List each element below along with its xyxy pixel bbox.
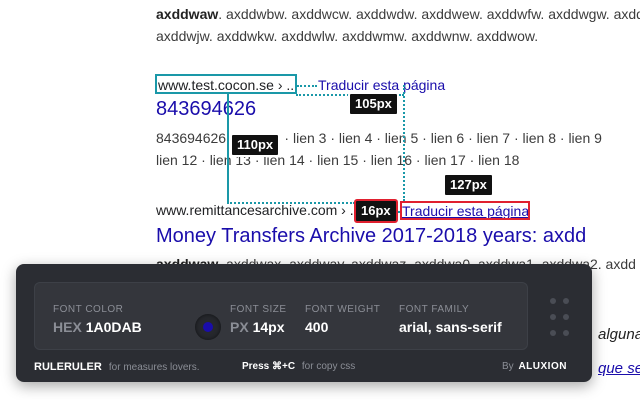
- font-family-value[interactable]: arial, sans-serif: [399, 319, 502, 335]
- measure-badge: 105px: [348, 92, 399, 116]
- right-snippet-text: alguna: [598, 326, 640, 343]
- grip-dot: [550, 330, 556, 336]
- copy-hint-text: for copy css: [301, 361, 356, 372]
- brand-name: RULERULER: [34, 361, 102, 373]
- credit: By ALUXION: [502, 361, 567, 372]
- css-properties-card[interactable]: FONT COLOR HEX 1A0DAB FONT SIZE PX 14px …: [34, 282, 528, 350]
- snippet-text: . axddwbw. axddwcw. axddwdw. axddwew. ax…: [218, 6, 640, 22]
- font-family-label: FONT FAMILY: [399, 304, 470, 315]
- snippet-line: axddwjw. axddwkw. axddwlw. axddwmw. axdd…: [156, 28, 539, 44]
- font-size-number: 14px: [252, 319, 285, 335]
- right-snippet-link[interactable]: que se: [598, 360, 640, 377]
- font-weight-label: FONT WEIGHT: [305, 304, 381, 315]
- distance-line: [227, 94, 229, 203]
- distance-line: [227, 202, 355, 204]
- result-title[interactable]: Money Transfers Archive 2017-2018 years:…: [156, 225, 586, 248]
- copy-hint: Press ⌘+C for copy css: [242, 361, 355, 372]
- brand-logo: RULERULER for measures lovers.: [34, 361, 200, 373]
- font-size-label: FONT SIZE: [230, 304, 287, 315]
- snippet-line: axddwaw. axddwbw. axddwcw. axddwdw. axdd…: [156, 6, 640, 22]
- translate-link[interactable]: Traducir esta página: [318, 77, 445, 93]
- grip-dot: [563, 314, 569, 320]
- grip-dot: [550, 298, 556, 304]
- grip-dot: [563, 330, 569, 336]
- copy-shortcut: Press ⌘+C: [242, 361, 296, 372]
- measure-badge: 16px: [354, 199, 398, 223]
- hex-value: 1A0DAB: [85, 319, 142, 335]
- company-name[interactable]: ALUXION: [518, 361, 567, 372]
- hex-prefix: HEX: [53, 319, 82, 335]
- hovered-element-outline: [155, 74, 297, 94]
- color-swatch: [195, 314, 221, 340]
- color-swatch-dot: [203, 322, 213, 332]
- result-cite[interactable]: www.remittancesarchive.com › ...: [156, 202, 361, 218]
- distance-line: [297, 85, 317, 87]
- measure-badge: 110px: [230, 133, 281, 157]
- grip-dot: [550, 314, 556, 320]
- brand-tagline: for measures lovers.: [108, 362, 200, 373]
- result-snippet: lien 12 · lien 13 · lien 14 · lien 15 · …: [156, 152, 520, 168]
- result-title[interactable]: 843694626: [156, 98, 256, 121]
- font-color-label: FONT COLOR: [53, 304, 124, 315]
- measure-badge: 127px: [443, 173, 494, 197]
- grip-dot: [563, 298, 569, 304]
- ruler-inspector-panel[interactable]: FONT COLOR HEX 1A0DAB FONT SIZE PX 14px …: [16, 264, 592, 382]
- snippet-bold-term: axddwaw: [156, 6, 219, 22]
- result-snippet: 843694626 · · lien 2 · lien 3 · lien 4 ·…: [156, 130, 602, 146]
- credit-by: By: [502, 361, 514, 372]
- drag-handle-icon[interactable]: [546, 294, 574, 342]
- font-weight-value[interactable]: 400: [305, 319, 328, 335]
- distance-line: [403, 85, 405, 201]
- px-prefix: PX: [230, 319, 249, 335]
- selected-element-outline: [400, 201, 530, 220]
- font-size-value[interactable]: PX 14px: [230, 319, 285, 335]
- font-color-value[interactable]: HEX 1A0DAB: [53, 319, 142, 335]
